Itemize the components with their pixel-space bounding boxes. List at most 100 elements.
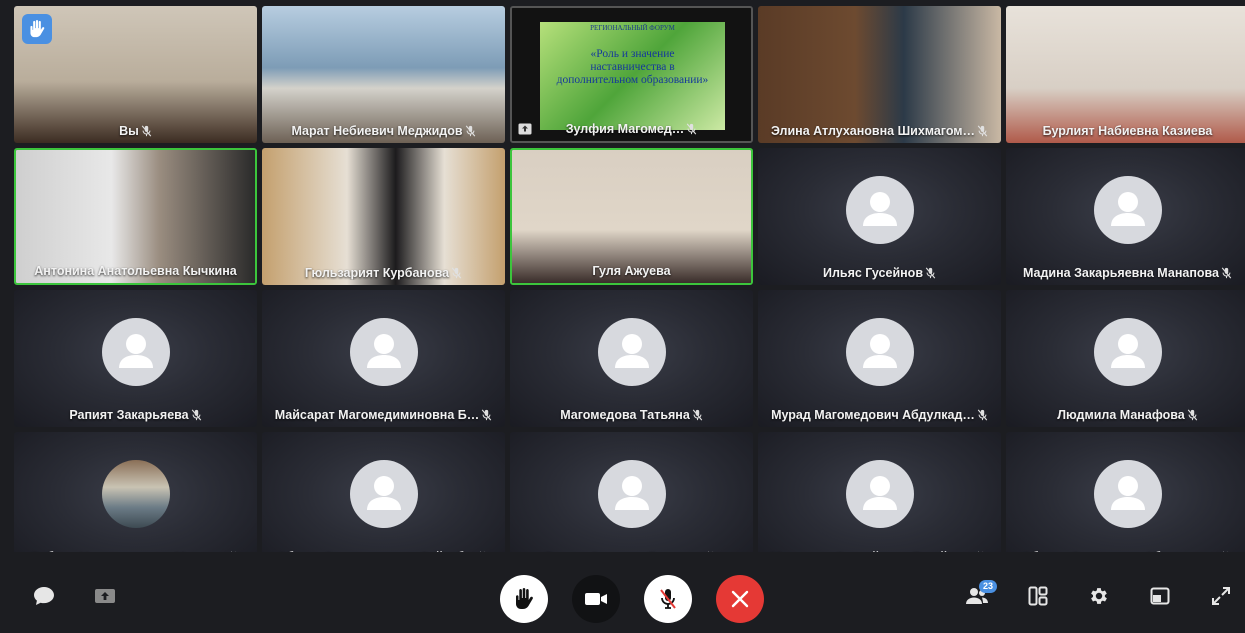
- slide-header: РЕГИОНАЛЬНЫЙ ФОРУМ: [590, 24, 675, 32]
- participant-tile[interactable]: Сабина Надживудавна Мульд…: [14, 432, 257, 552]
- participant-name-text: Магомедова Татьяна: [560, 408, 690, 422]
- participant-name-text: Ильяс Гусейнов: [822, 266, 924, 280]
- microphone-off-icon: [684, 122, 697, 136]
- participant-name-text: Абидат Османовна Абдуллаева: [1022, 550, 1220, 552]
- participant-tile[interactable]: Рапият Закарьяева: [14, 290, 257, 427]
- participant-tile[interactable]: Элина Атлухановна Шихмагом…: [758, 6, 1001, 143]
- end-call-button[interactable]: [716, 575, 764, 623]
- participant-name-text: Гюльзарият Курбанова: [304, 266, 450, 280]
- participant-name-text: Гуля Ажуева: [592, 264, 671, 278]
- video-feed: [1006, 6, 1245, 143]
- participant-tile[interactable]: Абидат Османовна Абдуллаева: [1006, 432, 1245, 552]
- slide-title-line: наставничества в: [590, 61, 675, 73]
- fullscreen-icon[interactable]: [1209, 584, 1233, 608]
- participant-name-text: Бурлият Набиевна Казиева: [1042, 124, 1213, 138]
- participants-button[interactable]: 23: [965, 580, 997, 608]
- participant-tile[interactable]: Мурад Магомедович Абдулкад…: [758, 290, 1001, 427]
- video-feed: [758, 6, 1001, 143]
- video-feed: [262, 6, 505, 143]
- participant-tile[interactable]: Мухминат Закрайовна Гусейно…: [758, 432, 1001, 552]
- slide-title: «Роль и значение наставничества в дополнит…: [550, 48, 715, 87]
- hand-icon: [516, 588, 533, 609]
- microphone-off-icon: [1185, 408, 1198, 422]
- microphone-off-icon: [923, 266, 936, 280]
- slide-title-line: дополнительном образовании»: [556, 74, 709, 86]
- participant-name: Гуля Ажуева: [512, 264, 751, 278]
- gear-icon[interactable]: [1087, 584, 1111, 608]
- participant-tile[interactable]: Марат Небиевич Меджидов: [262, 6, 505, 143]
- participant-name: Абидат Османовна Абдуллаева: [1006, 550, 1245, 552]
- video-feed: [262, 148, 505, 285]
- participant-name: Рапият Закарьяева: [14, 408, 257, 422]
- participant-tile[interactable]: Ильяс Гусейнов: [758, 148, 1001, 285]
- share-screen-icon[interactable]: [93, 584, 117, 608]
- participant-name-text: Антонина Анатольевна Кычкина: [34, 264, 237, 278]
- participant-name-text: Майсарат Магомедиминовна Б…: [274, 408, 480, 422]
- avatar: [349, 318, 418, 386]
- participant-tile[interactable]: Гуля Ажуева: [510, 148, 753, 285]
- participant-name-text: Людмила Манафова: [1057, 408, 1185, 422]
- microphone-off-icon: [463, 124, 476, 138]
- microphone-off-icon: [479, 408, 492, 422]
- participant-name: Гамзат Алиевич Гамзатов: [510, 550, 753, 552]
- participant-tile[interactable]: Гамзат Алиевич Гамзатов: [510, 432, 753, 552]
- avatar: [597, 460, 666, 528]
- camera-button[interactable]: [572, 575, 620, 623]
- avatar: [1093, 318, 1162, 386]
- layout-icon[interactable]: [1026, 584, 1050, 608]
- participant-tile[interactable]: Антонина Анатольевна Кычкина: [14, 148, 257, 285]
- avatar: [845, 318, 914, 386]
- participant-tile[interactable]: Абузар Залимханович Сейкаб…: [262, 432, 505, 552]
- participant-name-text: Зулфия Магомед…: [565, 122, 685, 136]
- microphone-off-icon: [449, 266, 462, 280]
- participant-name: Антонина Анатольевна Кычкина: [16, 264, 255, 278]
- participant-name-text: Элина Атлухановна Шихмагом…: [770, 124, 976, 138]
- microphone-off-icon: [1220, 550, 1233, 552]
- microphone-off-icon: [975, 124, 988, 138]
- participant-name-text: Сабина Надживудавна Мульд…: [30, 550, 228, 552]
- participant-name: Ильяс Гусейнов: [758, 266, 1001, 280]
- raised-hand-icon: [22, 14, 52, 44]
- chat-icon[interactable]: [32, 584, 56, 608]
- microphone-off-icon: [477, 550, 490, 552]
- participant-tile[interactable]: Мадина Закарьяевна Манапова: [1006, 148, 1245, 285]
- shared-slide: РЕГИОНАЛЬНЫЙ ФОРУМ «Роль и значение настав…: [540, 22, 725, 130]
- participant-name: Абузар Залимханович Сейкаб…: [262, 550, 505, 552]
- call-toolbar: 23: [0, 555, 1245, 633]
- camera-icon: [585, 593, 607, 605]
- microphone-off-icon: [690, 408, 703, 422]
- participant-name: Зулфия Магомед…: [512, 122, 751, 136]
- avatar: [1093, 176, 1162, 244]
- microphone-off-icon: [1219, 266, 1232, 280]
- raise-hand-button[interactable]: [500, 575, 548, 623]
- avatar: [1093, 460, 1162, 528]
- microphone-off-icon: [228, 550, 241, 552]
- participant-tile[interactable]: Гюльзарият Курбанова: [262, 148, 505, 285]
- close-icon: [731, 590, 749, 608]
- avatar: [101, 460, 170, 528]
- participant-tile[interactable]: Людмила Манафова: [1006, 290, 1245, 427]
- participant-tile[interactable]: Майсарат Магомедиминовна Б…: [262, 290, 505, 427]
- participant-name-text: Рапият Закарьяева: [69, 408, 189, 422]
- participant-name: Мухминат Закрайовна Гусейно…: [758, 550, 1001, 552]
- participants-count-badge: 23: [979, 580, 997, 593]
- microphone-button[interactable]: [644, 575, 692, 623]
- avatar: [845, 176, 914, 244]
- participant-tile[interactable]: Вы: [14, 6, 257, 143]
- participants-grid: Вы Марат Небиевич Меджидов РЕГИОНАЛЬНЫЙ ФО…: [14, 6, 1245, 552]
- participant-tile[interactable]: РЕГИОНАЛЬНЫЙ ФОРУМ «Роль и значение настав…: [510, 6, 753, 143]
- participant-name: Майсарат Магомедиминовна Б…: [262, 408, 505, 422]
- microphone-off-icon: [660, 589, 676, 609]
- participant-name: Марат Небиевич Меджидов: [262, 124, 505, 138]
- participant-tile[interactable]: Бурлият Набиевна Казиева: [1006, 6, 1245, 143]
- participant-name: Вы: [14, 124, 257, 138]
- microphone-off-icon: [975, 408, 988, 422]
- participant-name: Сабина Надживудавна Мульд…: [14, 550, 257, 552]
- participant-name: Мадина Закарьяевна Манапова: [1006, 266, 1245, 280]
- avatar: [845, 460, 914, 528]
- microphone-off-icon: [705, 550, 718, 552]
- picture-in-picture-icon[interactable]: [1148, 584, 1172, 608]
- participant-name-text: Гамзат Алиевич Гамзатов: [545, 550, 706, 552]
- participant-tile[interactable]: Магомедова Татьяна: [510, 290, 753, 427]
- participant-name: Людмила Манафова: [1006, 408, 1245, 422]
